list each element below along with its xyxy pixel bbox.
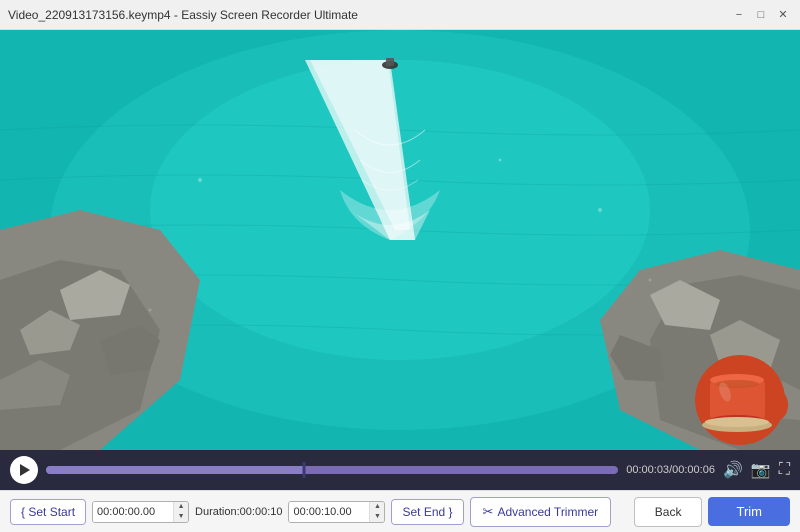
fullscreen-icon[interactable]: ⛶ xyxy=(779,461,790,479)
end-time-group: ▲ ▼ xyxy=(288,501,385,523)
title-bar-controls: − □ ✕ xyxy=(730,6,792,24)
set-end-group: Set End } xyxy=(391,499,463,525)
controls-bar: 00:00:03/00:00:06 🔊 📷 ⛶ xyxy=(0,450,800,490)
end-time-up[interactable]: ▲ xyxy=(370,502,384,512)
end-time-input[interactable] xyxy=(289,502,369,522)
timeline-progress xyxy=(46,466,304,474)
set-end-button[interactable]: Set End } xyxy=(392,500,462,524)
end-time-down[interactable]: ▼ xyxy=(370,512,384,522)
start-time-input[interactable] xyxy=(93,502,173,522)
advanced-trimmer-button[interactable]: ✂ Advanced Trimmer xyxy=(470,497,612,527)
close-button[interactable]: ✕ xyxy=(774,6,792,24)
screenshot-icon[interactable]: 📷 xyxy=(751,460,771,480)
play-button[interactable] xyxy=(10,456,38,484)
title-bar: Video_220913173156.keymp4 - Eassiy Scree… xyxy=(0,0,800,30)
duration-label: Duration:00:00:10 xyxy=(195,506,282,518)
maximize-button[interactable]: □ xyxy=(752,6,770,24)
scissors-icon: ✂ xyxy=(483,504,494,520)
current-time: 00:00:03 xyxy=(626,464,669,476)
start-time-spinners: ▲ ▼ xyxy=(173,502,188,522)
bottom-toolbar: { Set Start ▲ ▼ Duration:00:00:10 ▲ ▼ Se… xyxy=(0,490,800,532)
timeline-wrapper[interactable] xyxy=(46,464,618,476)
trim-button[interactable]: Trim xyxy=(708,497,790,526)
start-time-up[interactable]: ▲ xyxy=(174,502,188,512)
timeline-handle[interactable] xyxy=(302,462,305,478)
start-time-down[interactable]: ▼ xyxy=(174,512,188,522)
video-frame xyxy=(0,30,800,450)
video-area xyxy=(0,30,800,450)
end-time-spinners: ▲ ▼ xyxy=(369,502,384,522)
set-start-group: { Set Start xyxy=(10,499,86,525)
minimize-button[interactable]: − xyxy=(730,6,748,24)
advanced-trimmer-label: Advanced Trimmer xyxy=(497,505,598,519)
start-time-group: ▲ ▼ xyxy=(92,501,189,523)
total-time: 00:00:06 xyxy=(672,464,715,476)
back-button[interactable]: Back xyxy=(634,497,703,527)
timeline-track[interactable] xyxy=(46,466,618,474)
time-display: 00:00:03/00:00:06 xyxy=(626,464,715,476)
volume-icon[interactable]: 🔊 xyxy=(723,460,743,480)
title-bar-text: Video_220913173156.keymp4 - Eassiy Scree… xyxy=(8,8,358,22)
set-start-button[interactable]: { Set Start xyxy=(11,500,85,524)
